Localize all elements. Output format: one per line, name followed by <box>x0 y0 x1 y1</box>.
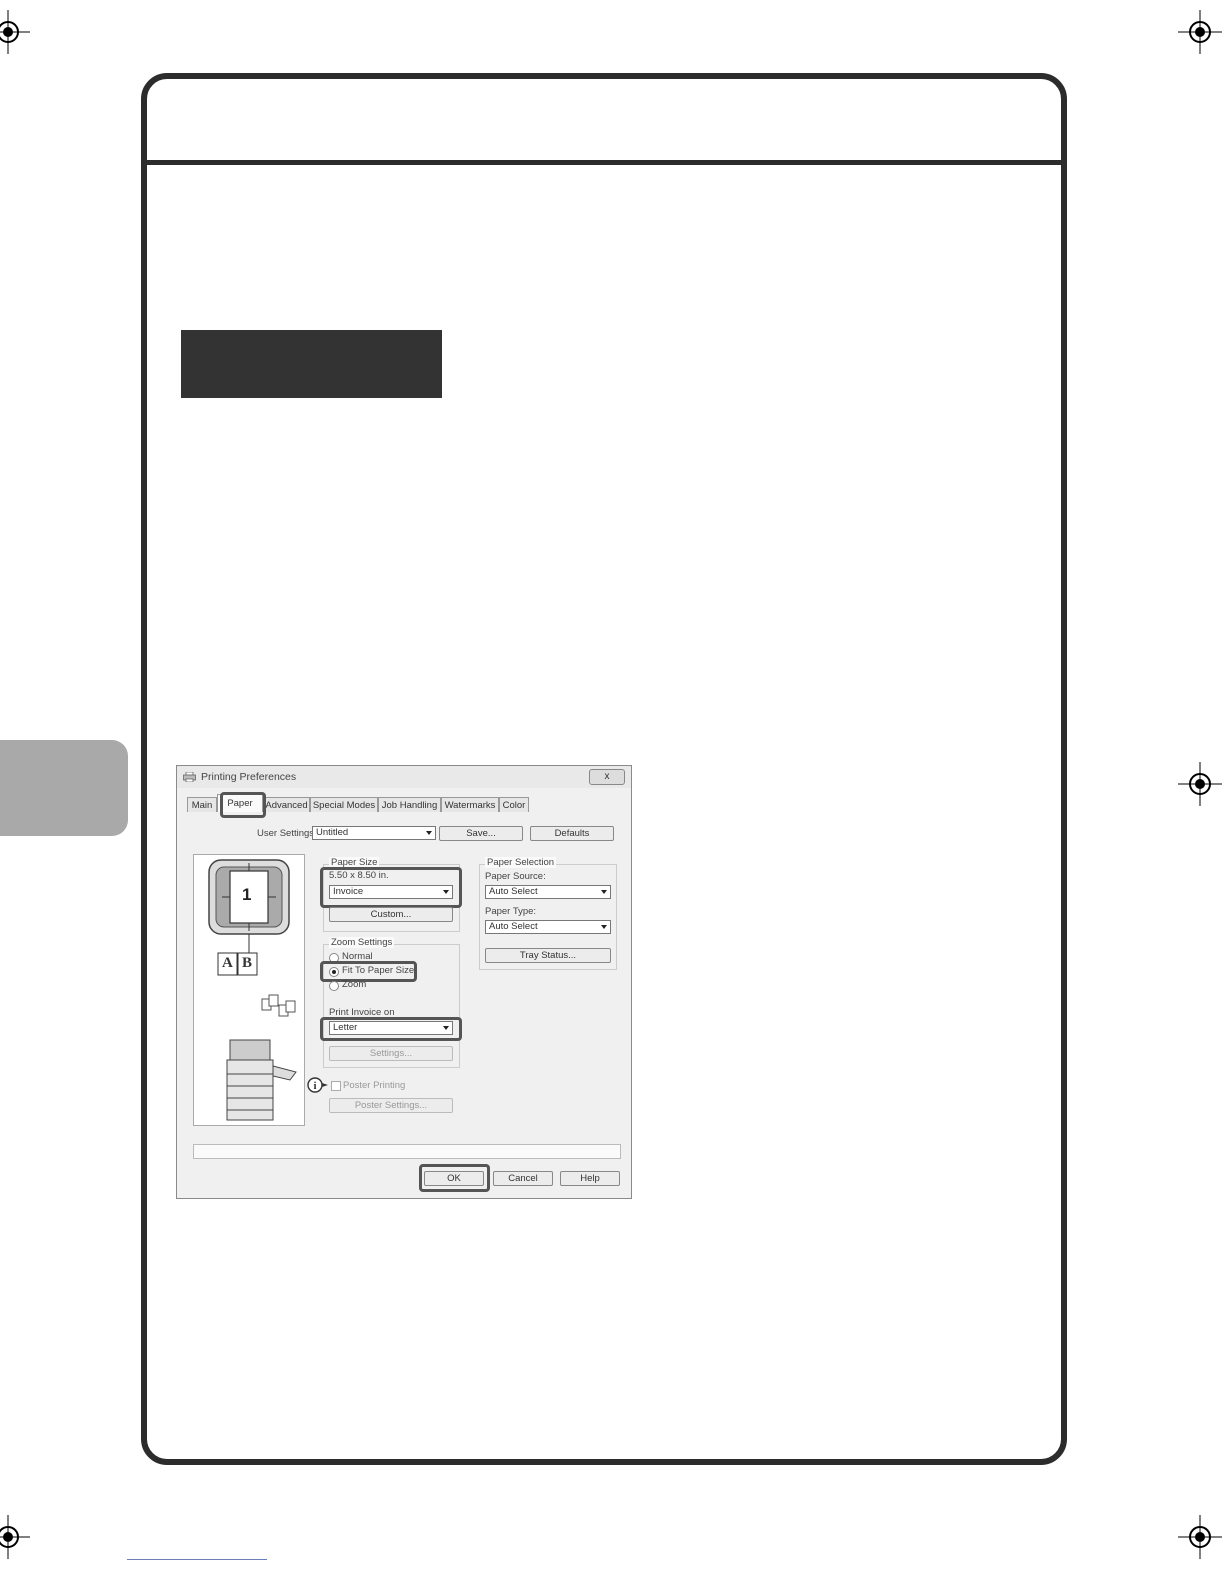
paper-selection-group-label: Paper Selection <box>485 857 557 868</box>
dialog-title: Printing Preferences <box>201 771 297 783</box>
user-settings-select[interactable]: Untitled <box>312 826 436 840</box>
paper-type-value: Auto Select <box>489 921 538 932</box>
poster-settings-button[interactable]: Poster Settings... <box>329 1098 453 1113</box>
zoom-zoom-radio[interactable] <box>329 981 339 991</box>
paper-source-select[interactable]: Auto Select <box>485 885 611 899</box>
registration-mark <box>0 10 30 54</box>
preview-letter-a: A <box>222 955 233 971</box>
paper-type-select[interactable]: Auto Select <box>485 920 611 934</box>
info-icon: i <box>307 1077 328 1093</box>
tab-special-modes[interactable]: Special Modes <box>310 797 378 812</box>
dialog-titlebar: Printing Preferences x <box>177 766 631 788</box>
tab-advanced[interactable]: Advanced <box>263 797 310 812</box>
header-rule <box>147 160 1066 165</box>
chevron-down-icon <box>601 890 607 894</box>
paper-type-label: Paper Type: <box>485 906 537 917</box>
help-button[interactable]: Help <box>560 1171 620 1186</box>
footer-underline <box>127 1559 267 1560</box>
user-settings-value: Untitled <box>316 827 349 838</box>
status-bar <box>193 1144 621 1159</box>
preview-letter-b: B <box>242 955 253 971</box>
chapter-side-tab <box>0 740 128 836</box>
poster-printing-checkbox[interactable] <box>331 1081 341 1091</box>
close-button[interactable]: x <box>589 769 625 785</box>
registration-mark <box>1178 1515 1222 1559</box>
zoom-settings-button[interactable]: Settings... <box>329 1046 453 1061</box>
poster-printing-label: Poster Printing <box>343 1080 406 1091</box>
tab-job-handling[interactable]: Job Handling <box>378 797 441 812</box>
paper-preview-panel: 1 A B <box>193 854 305 1126</box>
chevron-down-icon <box>426 831 432 835</box>
fit-to-paper-highlight <box>320 961 417 982</box>
printer-icon <box>183 772 196 782</box>
zoom-settings-group-label: Zoom Settings <box>329 937 395 948</box>
save-button[interactable]: Save... <box>439 826 523 841</box>
tab-main[interactable]: Main <box>187 797 217 812</box>
zoom-zoom-label: Zoom <box>342 979 367 990</box>
paper-tab-highlight <box>220 792 266 818</box>
paper-source-label: Paper Source: <box>485 871 546 882</box>
chevron-down-icon <box>601 925 607 929</box>
registration-mark <box>1178 762 1222 806</box>
defaults-button[interactable]: Defaults <box>530 826 614 841</box>
user-settings-label: User Settings <box>257 828 315 839</box>
print-on-highlight <box>320 1017 462 1041</box>
paper-source-value: Auto Select <box>489 886 538 897</box>
paper-size-highlight <box>320 867 462 908</box>
tab-color[interactable]: Color <box>499 797 529 812</box>
registration-mark <box>1178 10 1222 54</box>
printing-preferences-dialog: Printing Preferences x Main Paper Advanc… <box>176 765 632 1199</box>
preview-page-number: 1 <box>242 885 252 904</box>
cancel-button[interactable]: Cancel <box>493 1171 553 1186</box>
svg-text:i: i <box>314 1081 317 1092</box>
ok-highlight <box>419 1164 490 1192</box>
registration-mark <box>0 1515 30 1559</box>
custom-button[interactable]: Custom... <box>329 907 453 922</box>
tray-status-button[interactable]: Tray Status... <box>485 948 611 963</box>
tab-watermarks[interactable]: Watermarks <box>441 797 499 812</box>
section-heading-block <box>181 330 442 398</box>
